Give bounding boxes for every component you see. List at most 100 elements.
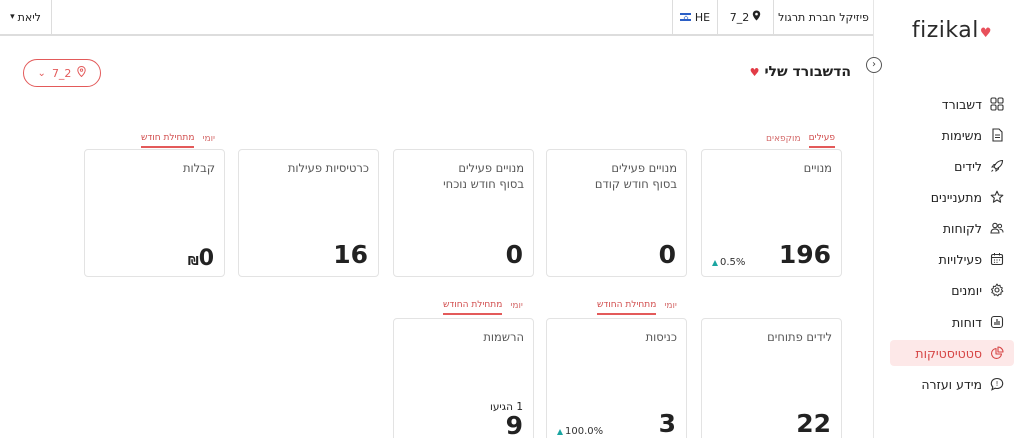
sidebar-item-label: משימות [941, 127, 982, 143]
receipts-card[interactable]: קבלות ₪ 0 [84, 149, 225, 277]
card-title: כניסות [645, 330, 677, 344]
sidebar-item-label: פעילויות [938, 251, 982, 267]
card-value: 0 [505, 240, 523, 269]
branch-indicator[interactable]: 7_2 [717, 0, 773, 34]
sidebar-item-leads[interactable]: לידים [890, 153, 1014, 179]
change-value: 0.5% [720, 257, 746, 268]
user-name: ליאת [17, 10, 41, 24]
heart-icon: ♥ [979, 26, 992, 41]
entries-tabs: מתחילת החודש יומי [597, 300, 677, 315]
active-members-curr-month-card[interactable]: מנויים פעילים בסוף חודש נוכחי 0 [393, 149, 534, 277]
card-title-line: מנויים פעילים [611, 161, 677, 175]
active-members-prev-month-card[interactable]: מנויים פעילים בסוף חודש קודם 0 [546, 149, 687, 277]
rocket-icon [990, 159, 1004, 173]
heart-icon: ♥ [749, 65, 760, 79]
chevron-down-icon: ⌄ [37, 67, 46, 79]
user-menu[interactable]: ▾ ליאת [0, 0, 52, 34]
sidebar: fizikal♥ דשבורד משימות לידים מתעניינים ל… [873, 0, 1024, 438]
svg-text:!: ! [996, 380, 999, 388]
shekel-icon: ₪ [187, 254, 199, 268]
card-value: 3 [658, 409, 676, 438]
card-value: 196 [778, 240, 831, 269]
sidebar-item-customers[interactable]: לקוחות [890, 215, 1014, 241]
sidebar-item-label: דוחות [951, 314, 982, 330]
pie-chart-icon [990, 346, 1004, 360]
registrations-card[interactable]: הרשמות 1 הגיעו 9 [393, 318, 534, 438]
company-name[interactable]: פיזיקל חברת תרגול [773, 0, 873, 34]
location-pin-icon [752, 10, 761, 24]
page-title: ♥ הדשבורד שלי [750, 64, 851, 80]
card-title: מנויים [803, 161, 832, 175]
change-value: 100.0% [565, 426, 604, 437]
sidebar-item-label: לקוחות [942, 220, 982, 236]
sidebar-item-label: מתעניינים [930, 189, 982, 205]
card-value: 16 [333, 240, 368, 269]
tab-daily[interactable]: יומי [510, 301, 523, 315]
sidebar-collapse-button[interactable]: › [866, 57, 882, 73]
branch-select-label: 7_2 [51, 66, 72, 80]
tab-daily[interactable]: יומי [664, 301, 677, 315]
sidebar-item-statistics[interactable]: סטטיסטיקות [890, 340, 1014, 366]
sidebar-item-reports[interactable]: דוחות [890, 309, 1014, 335]
sidebar-item-activities[interactable]: פעילויות [890, 246, 1014, 272]
card-title: הרשמות [483, 330, 524, 344]
entries-card[interactable]: כניסות 3 100.0% [546, 318, 687, 438]
members-tabs: מוקפאים פעילים [766, 133, 835, 148]
language-selector[interactable]: HE [672, 0, 717, 34]
sidebar-item-label: לידים [954, 158, 982, 174]
sidebar-item-label: דשבורד [941, 96, 982, 112]
tab-month-start[interactable]: מתחילת החודש [597, 300, 657, 315]
help-icon: ! [990, 377, 1004, 391]
card-title: כרטיסיות פעילות [287, 161, 369, 175]
open-leads-card[interactable]: לידים פתוחים 22 [701, 318, 842, 438]
sidebar-item-dashboard[interactable]: דשבורד [890, 91, 1014, 117]
top-bar: ▾ ליאת HE 7_2 פיזיקל חברת תרגול [0, 0, 873, 36]
sidebar-item-label: סטטיסטיקות [915, 345, 982, 361]
branch-label: 7_2 [729, 10, 750, 24]
up-arrow-icon [712, 259, 718, 266]
card-title: מנויים פעילים בסוף חודש קודם [595, 160, 677, 192]
chevron-down-icon: ▾ [10, 12, 15, 22]
tab-daily[interactable]: יומי [202, 134, 215, 148]
branch-select[interactable]: ⌄ 7_2 [23, 59, 101, 87]
tab-month-start[interactable]: מתחילת חודש [141, 133, 195, 148]
page-title-text: הדשבורד שלי [764, 64, 851, 80]
receipts-amount: ₪ 0 [188, 246, 214, 271]
change-indicator: 0.5% [712, 257, 745, 268]
registrations-tabs: מתחילת החודש יומי [443, 300, 523, 315]
sidebar-item-tasks[interactable]: משימות [890, 122, 1014, 148]
chevron-right-icon: › [872, 59, 876, 70]
star-icon [990, 190, 1004, 204]
calendar-icon [990, 252, 1004, 266]
card-title: לידים פתוחים [767, 330, 832, 344]
card-value: 0 [658, 240, 676, 269]
sidebar-item-help[interactable]: מידע ועזרה ! [890, 371, 1014, 397]
up-arrow-icon [557, 428, 563, 435]
tab-frozen[interactable]: מוקפאים [766, 134, 801, 148]
sidebar-item-calendars[interactable]: יומנים [890, 277, 1014, 303]
sidebar-item-label: יומנים [951, 282, 982, 298]
logo-text: fizikal [911, 18, 979, 43]
users-icon [990, 221, 1004, 235]
card-value: 9 [505, 411, 523, 438]
tab-active[interactable]: פעילים [808, 133, 835, 148]
grid-icon [990, 97, 1004, 111]
card-title-line: בסוף חודש נוכחי [443, 177, 524, 191]
activity-cards-card[interactable]: כרטיסיות פעילות 16 [238, 149, 379, 277]
company-label: פיזיקל חברת תרגול [778, 10, 869, 24]
location-pin-icon [77, 65, 87, 80]
report-icon [990, 315, 1004, 329]
change-indicator: 100.0% [557, 426, 603, 437]
gear-icon [990, 283, 1004, 297]
document-icon [990, 128, 1004, 142]
card-value: 22 [796, 409, 831, 438]
card-title: מנויים פעילים בסוף חודש נוכחי [443, 160, 524, 192]
sidebar-item-label: מידע ועזרה [921, 376, 982, 392]
tab-month-start[interactable]: מתחילת החודש [443, 300, 503, 315]
israel-flag-icon [679, 13, 691, 21]
sidebar-item-prospects[interactable]: מתעניינים [890, 184, 1014, 210]
members-card[interactable]: מנויים 196 0.5% [701, 149, 842, 277]
language-label: HE [694, 10, 711, 24]
card-title-line: מנויים פעילים [458, 161, 524, 175]
card-title-line: בסוף חודש קודם [594, 177, 677, 191]
